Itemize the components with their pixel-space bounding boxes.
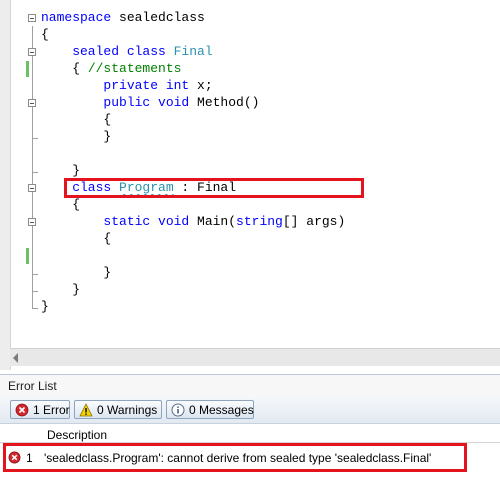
code-line[interactable]: } [41, 162, 80, 179]
code-token: Method() [197, 95, 260, 110]
code-line[interactable]: public void Method() [41, 94, 259, 111]
highlight-box-error [3, 443, 467, 472]
code-editor[interactable]: namespace sealedclass{ sealed class Fina… [0, 0, 500, 370]
code-token: { [41, 61, 88, 76]
code-line[interactable]: sealed class Final [41, 43, 213, 60]
code-line[interactable]: { [41, 196, 80, 213]
code-line[interactable]: } [41, 298, 49, 315]
messages-filter-button[interactable]: 0 Messages [166, 400, 254, 419]
code-token: Final [173, 44, 213, 59]
error-list-toolbar: 1 Error 0 Warnings 0 Messages [0, 397, 500, 424]
warning-icon [79, 403, 93, 417]
collapse-main-icon[interactable] [28, 218, 36, 226]
code-line[interactable]: } [41, 128, 111, 145]
collapse-namespace-icon[interactable] [28, 14, 36, 22]
code-line[interactable]: { [41, 26, 49, 43]
code-line[interactable]: } [41, 264, 111, 281]
code-token: { [41, 112, 112, 127]
code-token: { [41, 197, 81, 212]
errors-filter-button[interactable]: 1 Error [10, 400, 70, 419]
column-header-row: Description [0, 424, 500, 443]
code-token: Main( [197, 214, 237, 229]
outline-end [32, 274, 38, 275]
change-marker [26, 248, 29, 264]
highlight-box-code [64, 178, 364, 198]
code-token: //statements [87, 61, 182, 76]
error-list-title: Error List [8, 379, 57, 393]
code-token: static void [41, 214, 198, 229]
code-token: namespace [41, 10, 120, 25]
info-icon [171, 403, 185, 417]
outline-line [32, 26, 33, 308]
code-line[interactable]: { [41, 230, 111, 247]
code-token: sealed class [41, 44, 174, 59]
code-token: } [41, 129, 112, 144]
messages-button-label: 0 Messages [189, 403, 254, 417]
code-token: string [236, 214, 283, 229]
outline-end [32, 172, 38, 173]
outline-end [32, 291, 38, 292]
code-line[interactable]: { //statements [41, 60, 181, 77]
horizontal-scrollbar[interactable] [10, 348, 500, 366]
description-column-header[interactable]: Description [47, 428, 107, 442]
outline-end [32, 138, 38, 139]
code-line[interactable]: static void Main(string[] args) [41, 213, 345, 230]
error-list-panel: Error List 1 Error 0 Warnings 0 Messages… [0, 374, 500, 501]
errors-button-label: 1 Error [33, 403, 70, 417]
code-line[interactable]: private int x; [41, 77, 213, 94]
code-token: x; [197, 78, 213, 93]
change-marker [26, 61, 29, 77]
code-line[interactable]: } [41, 281, 80, 298]
code-token: public void [41, 95, 198, 110]
outline-end [32, 308, 38, 309]
code-token: } [41, 299, 49, 314]
collapse-class-program-icon[interactable] [28, 184, 36, 192]
warnings-button-label: 0 Warnings [97, 403, 158, 417]
code-token: } [41, 163, 81, 178]
editor-gutter [0, 0, 11, 370]
code-line[interactable]: { [41, 111, 111, 128]
warnings-filter-button[interactable]: 0 Warnings [74, 400, 162, 419]
code-token: } [41, 265, 112, 280]
code-token: { [41, 231, 112, 246]
code-token: private int [41, 78, 198, 93]
error-icon [15, 403, 29, 417]
code-token: [] args) [282, 214, 346, 229]
code-token: { [41, 27, 49, 42]
collapse-class-final-icon[interactable] [28, 48, 36, 56]
code-token: } [41, 282, 81, 297]
collapse-method-icon[interactable] [28, 99, 36, 107]
code-token: sealedclass [119, 10, 205, 25]
code-line[interactable]: namespace sealedclass [41, 9, 205, 26]
scroll-left-arrow-icon[interactable] [13, 353, 18, 363]
